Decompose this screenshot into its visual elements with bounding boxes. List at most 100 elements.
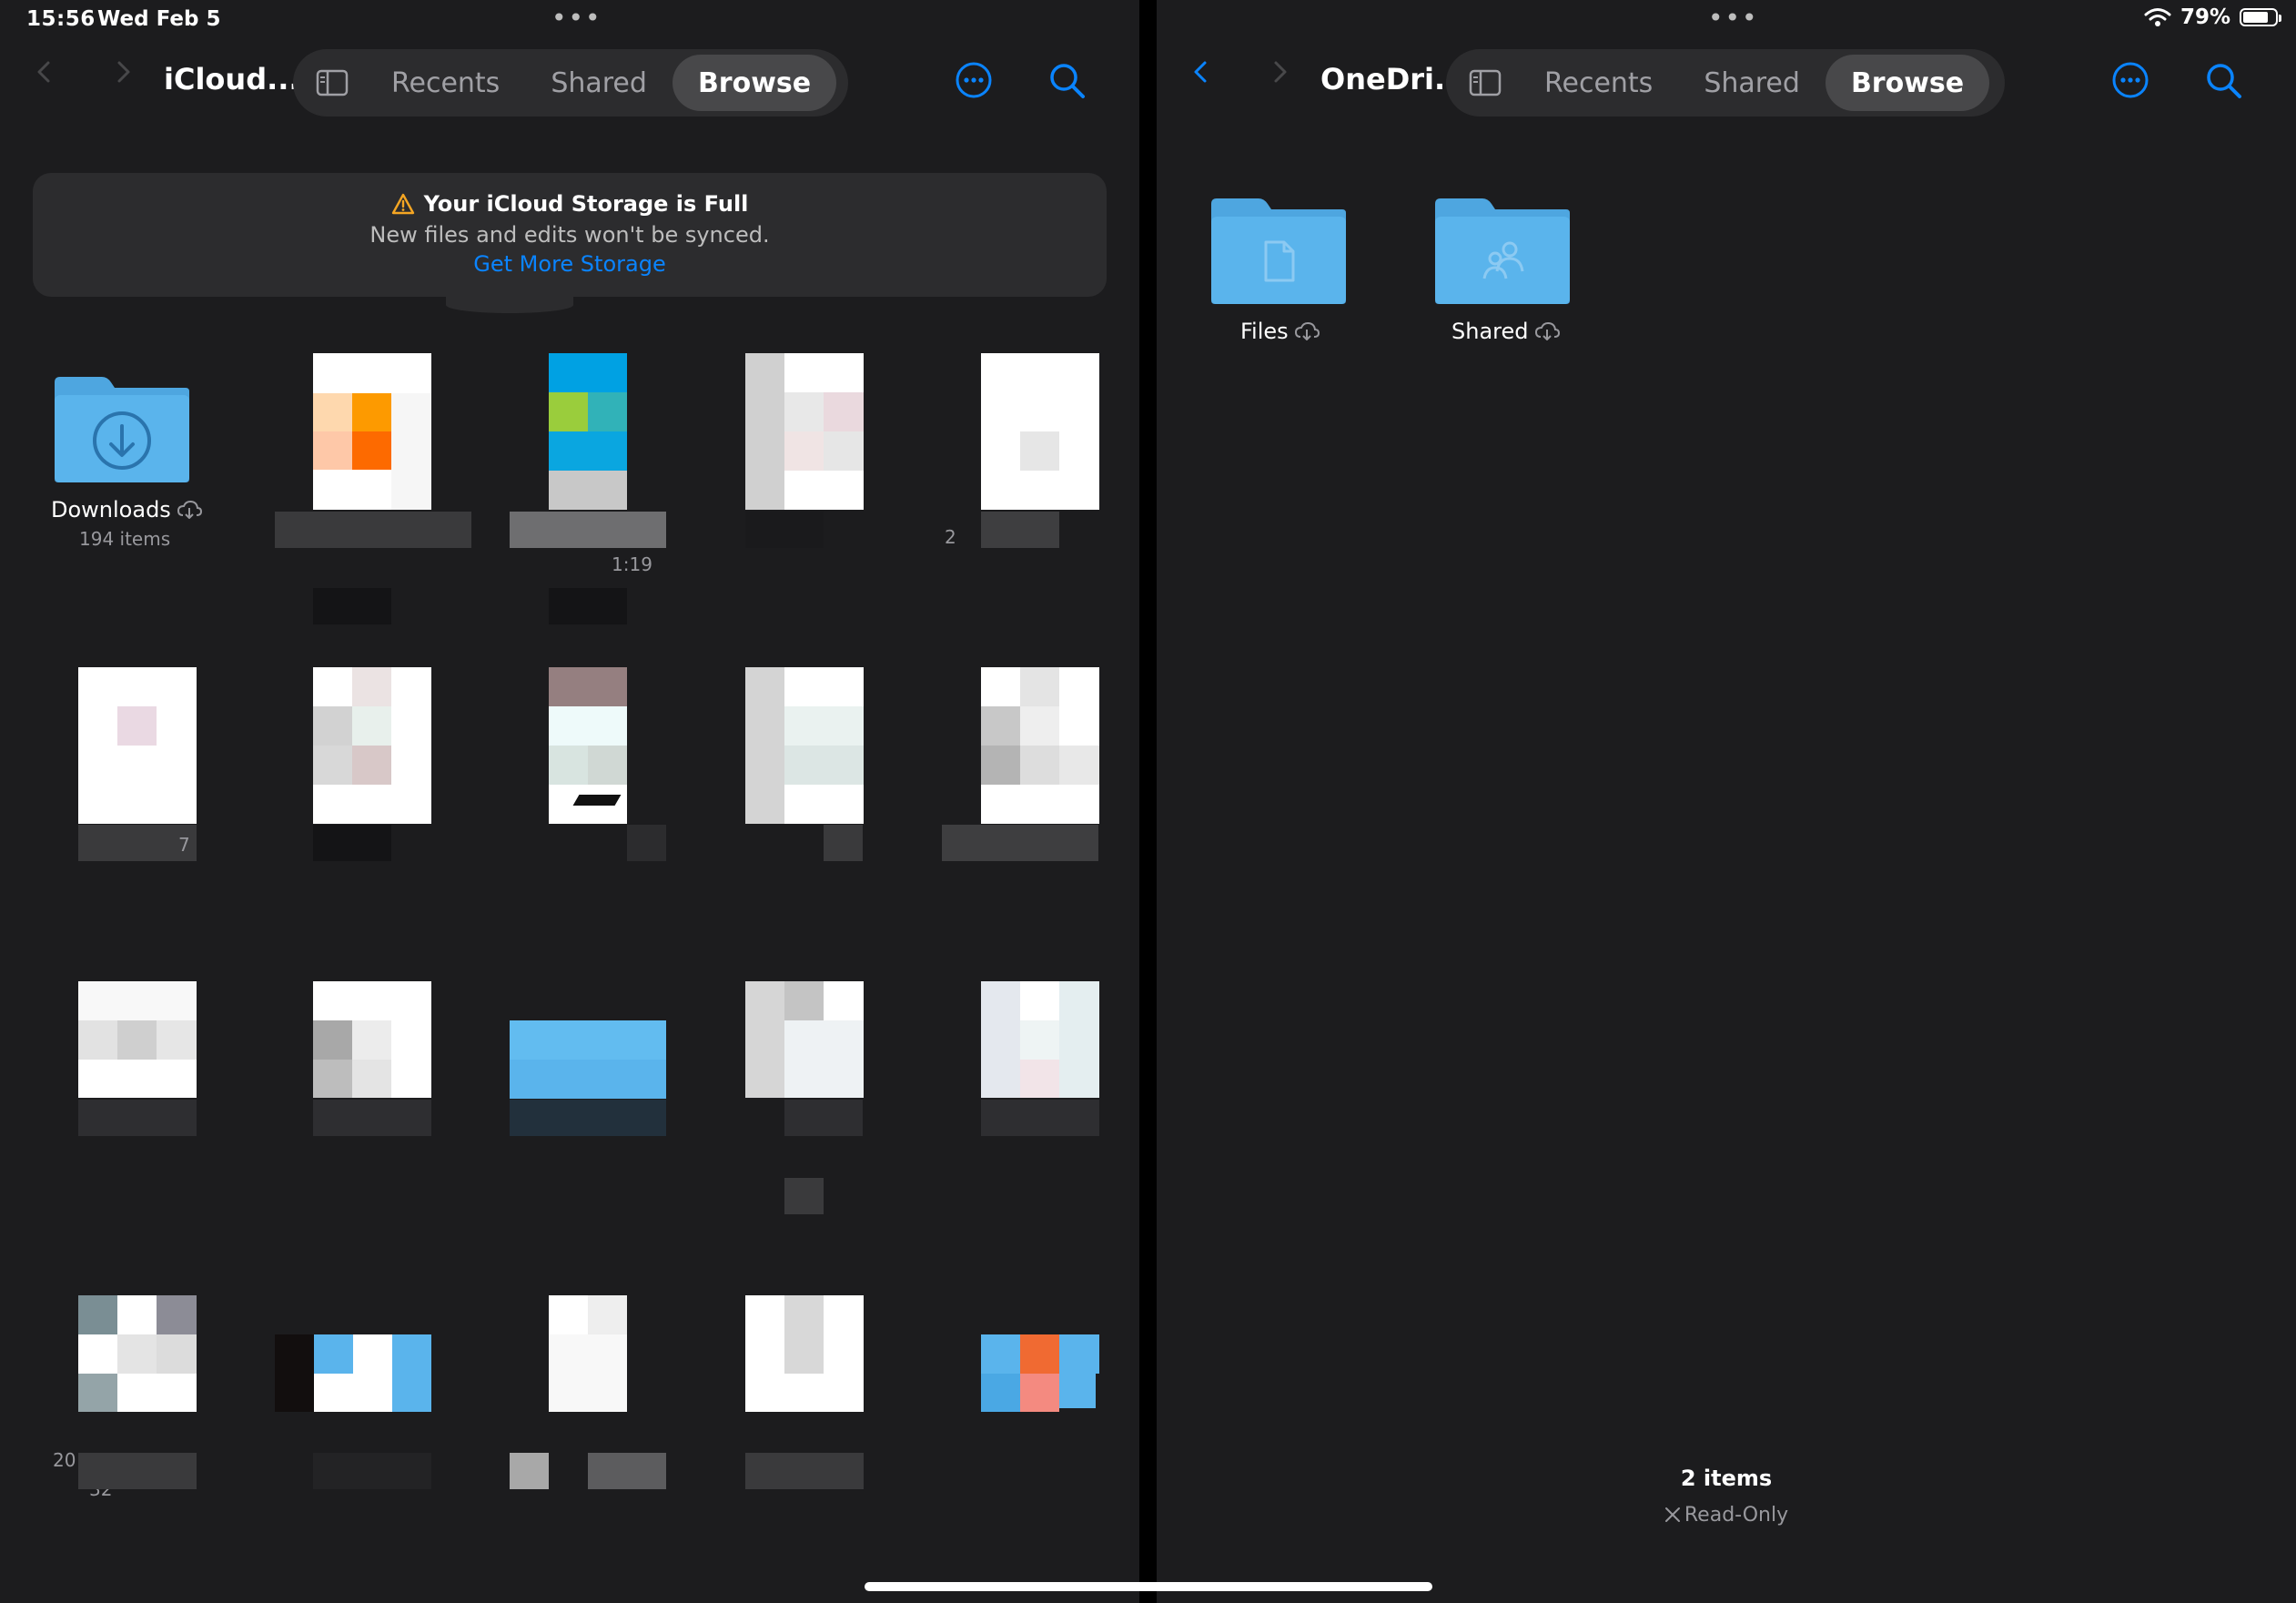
downloads-name: Downloads xyxy=(51,497,171,522)
document-folder-icon xyxy=(1211,198,1346,304)
shared-folder-icon xyxy=(1435,198,1570,304)
tab-recents[interactable]: Recents xyxy=(1519,55,1678,111)
location-title[interactable]: iCloud... xyxy=(164,62,300,96)
redacted-caption xyxy=(745,1453,864,1489)
redacted-caption xyxy=(313,825,391,861)
downloads-label: Downloads xyxy=(51,497,202,522)
files-label: Files xyxy=(1240,319,1320,344)
thumbnail-image xyxy=(745,667,864,824)
redacted-caption xyxy=(588,1453,666,1489)
redacted-caption xyxy=(981,512,1059,548)
read-only-label: Read-Only xyxy=(1684,1504,1789,1527)
caption-fragment: 20 xyxy=(53,1449,76,1471)
cloud-download-icon xyxy=(1534,322,1560,340)
redacted-caption xyxy=(549,588,627,624)
tab-browse[interactable]: Browse xyxy=(1825,55,1990,111)
battery-percent: 79% xyxy=(2180,5,2230,29)
shared-label: Shared xyxy=(1451,319,1560,344)
right-pane: ••• 79% OneDri... Recents Shared Browse … xyxy=(1157,0,2296,1603)
downloads-count: 194 items xyxy=(79,528,171,550)
thumbnail-image xyxy=(549,667,627,824)
banner-shadow xyxy=(446,297,573,313)
home-indicator[interactable] xyxy=(865,1582,1432,1591)
thumbnail-image xyxy=(745,1295,864,1412)
banner-message: New files and edits won't be synced. xyxy=(369,222,770,248)
redacted-caption xyxy=(784,1100,863,1136)
thumbnail-image xyxy=(313,981,431,1098)
search-icon[interactable] xyxy=(2203,60,2243,100)
redacted-caption xyxy=(981,1100,1099,1136)
status-time: 15:56 xyxy=(26,7,96,31)
sidebar-toggle-button[interactable] xyxy=(1451,54,1519,112)
multitasking-dots-icon[interactable]: ••• xyxy=(1708,5,1759,31)
caption-fragment: 7 xyxy=(178,834,190,856)
thumbnail-image xyxy=(78,667,197,824)
shared-name: Shared xyxy=(1451,319,1529,344)
search-icon[interactable] xyxy=(1047,60,1087,100)
redacted-caption xyxy=(745,512,824,548)
thumbnail-image xyxy=(313,667,431,824)
banner-title-row: Your iCloud Storage is Full xyxy=(33,191,1107,217)
back-chevron-icon[interactable] xyxy=(1189,60,1213,84)
thumbnail-image xyxy=(981,667,1099,824)
multitasking-dots-icon[interactable]: ••• xyxy=(551,5,602,31)
thumbnail-image xyxy=(981,1295,1099,1412)
status-indicators: 79% xyxy=(2144,5,2281,29)
timestamp-fragment: 1:19 xyxy=(612,553,652,575)
thumbnail-image xyxy=(549,353,627,510)
sidebar-icon xyxy=(316,69,349,96)
storage-full-banner: Your iCloud Storage is Full New files an… xyxy=(33,173,1107,297)
view-segmented-control: Recents Shared Browse xyxy=(293,49,848,117)
redacted-caption xyxy=(784,1178,824,1214)
tab-shared[interactable]: Shared xyxy=(1678,55,1826,111)
thumbnail-image xyxy=(981,981,1099,1098)
cloud-download-icon xyxy=(1294,322,1320,340)
redacted-caption xyxy=(510,1453,549,1489)
item-count: 2 items xyxy=(1680,1466,1773,1491)
read-only-status: Read-Only xyxy=(1157,1504,2296,1527)
thumbnail-image xyxy=(745,981,864,1098)
sidebar-icon xyxy=(1469,69,1502,96)
redacted-caption xyxy=(78,1453,197,1489)
thumbnail-image xyxy=(78,1295,197,1412)
thumbnail-image xyxy=(981,353,1099,510)
redacted-caption xyxy=(824,825,863,861)
sidebar-toggle-button[interactable] xyxy=(298,54,366,112)
forward-chevron-icon[interactable] xyxy=(111,60,135,84)
redacted-caption xyxy=(313,588,391,624)
thumbnail-image xyxy=(549,1295,627,1412)
more-options-icon[interactable] xyxy=(954,60,994,100)
pencil-slash-icon xyxy=(1664,1507,1680,1522)
more-options-icon[interactable] xyxy=(2110,60,2150,100)
thumbnail-image xyxy=(78,981,197,1098)
redacted-caption xyxy=(510,512,666,548)
left-pane: 15:56 Wed Feb 5 ••• iCloud... Recents Sh… xyxy=(0,0,1139,1603)
tab-recents[interactable]: Recents xyxy=(366,55,525,111)
status-date: Wed Feb 5 xyxy=(97,7,221,31)
files-name: Files xyxy=(1240,319,1289,344)
thumbnail-image xyxy=(313,353,431,510)
thumbnail-image xyxy=(745,353,864,510)
wifi-icon xyxy=(2144,8,2171,26)
get-more-storage-link[interactable]: Get More Storage xyxy=(33,251,1107,277)
redacted-caption xyxy=(627,825,666,861)
banner-title: Your iCloud Storage is Full xyxy=(423,191,749,217)
view-segmented-control: Recents Shared Browse xyxy=(1446,49,2005,117)
tab-shared[interactable]: Shared xyxy=(525,55,673,111)
battery-icon xyxy=(2240,8,2281,26)
caption-fragment: 2 xyxy=(945,526,956,548)
download-folder-icon xyxy=(55,377,189,482)
redacted-caption xyxy=(313,1100,431,1136)
warning-triangle-icon xyxy=(391,193,414,215)
screen: 15:56 Wed Feb 5 ••• iCloud... Recents Sh… xyxy=(0,0,2296,1603)
redacted-caption xyxy=(78,1100,197,1136)
forward-chevron-icon[interactable] xyxy=(1268,60,1291,84)
tab-browse[interactable]: Browse xyxy=(672,55,837,111)
folder-icon xyxy=(510,1020,666,1099)
thumbnail-image xyxy=(275,1295,431,1412)
redacted-caption xyxy=(510,1100,666,1136)
redacted-caption xyxy=(275,512,471,548)
redacted-caption xyxy=(313,1453,431,1489)
cloud-download-icon xyxy=(177,501,202,519)
back-chevron-icon[interactable] xyxy=(33,60,56,84)
